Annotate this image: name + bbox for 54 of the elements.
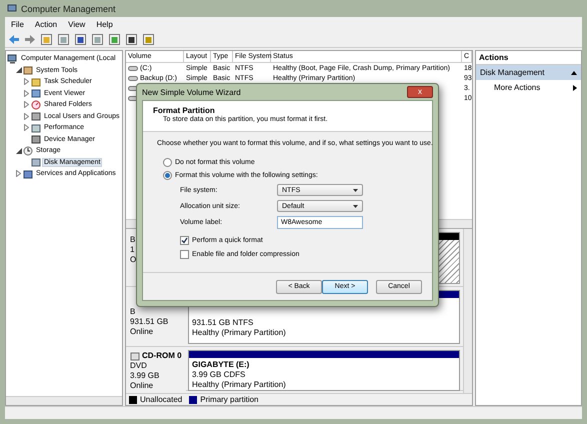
dialog-title: New Simple Volume Wizard — [142, 88, 241, 96]
gauge-icon — [31, 100, 41, 110]
expanded-arrow-icon[interactable] — [16, 67, 22, 74]
partition-info: Healthy (Primary Partition) — [192, 380, 287, 390]
partition-info: Healthy (Primary Partition) — [192, 328, 287, 338]
actions-section[interactable]: Disk Management — [476, 65, 581, 80]
partition-info: 931.51 GB NTFS — [192, 318, 254, 328]
disk-title: CD-ROM 0 — [142, 351, 182, 361]
disk-info: B — [130, 235, 136, 245]
collapsed-arrow-icon[interactable] — [24, 101, 29, 108]
menu-item[interactable]: View — [68, 20, 86, 28]
caret-icon — [353, 204, 358, 208]
disk-info: Online — [130, 327, 154, 337]
collapsed-arrow-icon[interactable] — [24, 112, 29, 120]
page-heading: Format Partition — [153, 106, 216, 115]
computer-icon — [7, 54, 18, 64]
menu-item[interactable]: Action — [34, 20, 58, 28]
radio-button[interactable] — [163, 171, 172, 180]
action-item[interactable]: More Actions — [476, 80, 581, 95]
menu-item[interactable]: Help — [96, 20, 113, 28]
submenu-arrow-icon — [573, 84, 577, 90]
collapsed-arrow-icon[interactable] — [16, 170, 21, 178]
disk-info: 931.51 GB — [130, 317, 168, 327]
disk-info: Online — [130, 381, 154, 391]
partition-name: GIGABYTE (E:) — [192, 360, 250, 370]
disk-info: 1 — [130, 245, 134, 255]
disk-info: B — [130, 307, 136, 317]
disk-info: DVD — [130, 361, 147, 371]
expanded-arrow-icon[interactable] — [16, 148, 22, 154]
disk-info: 3.99 GB — [130, 371, 160, 381]
computer-icon — [7, 4, 17, 14]
disk-info: O — [130, 255, 136, 265]
menu-item[interactable]: File — [11, 20, 24, 28]
back-arrow-icon[interactable] — [8, 34, 20, 44]
legend-label: Unallocated — [140, 395, 182, 404]
forward-arrow-icon[interactable] — [24, 34, 36, 44]
caret-icon — [353, 188, 358, 192]
clock-icon — [23, 146, 33, 156]
collapse-arrow-icon — [571, 70, 577, 74]
partition-info: 3.99 GB CDFS — [192, 370, 246, 380]
checkbox[interactable] — [180, 236, 189, 244]
radio-button[interactable] — [163, 158, 172, 167]
legend-label: Primary partition — [200, 395, 258, 404]
collapsed-arrow-icon[interactable] — [24, 124, 29, 132]
partition[interactable]: GIGABYTE (E:) 3.99 GB CDFS Healthy (Primary Partition) — [188, 350, 460, 391]
window-title: Computer Management — [21, 4, 116, 14]
checkbox[interactable] — [180, 250, 189, 258]
close-button[interactable]: x — [407, 86, 433, 98]
check-icon — [181, 236, 188, 244]
collapsed-arrow-icon[interactable] — [24, 90, 29, 97]
collapsed-arrow-icon[interactable] — [24, 78, 29, 86]
scrollbar[interactable] — [463, 229, 472, 393]
scrollbar[interactable] — [6, 396, 122, 405]
cd-drive-icon — [130, 351, 140, 361]
